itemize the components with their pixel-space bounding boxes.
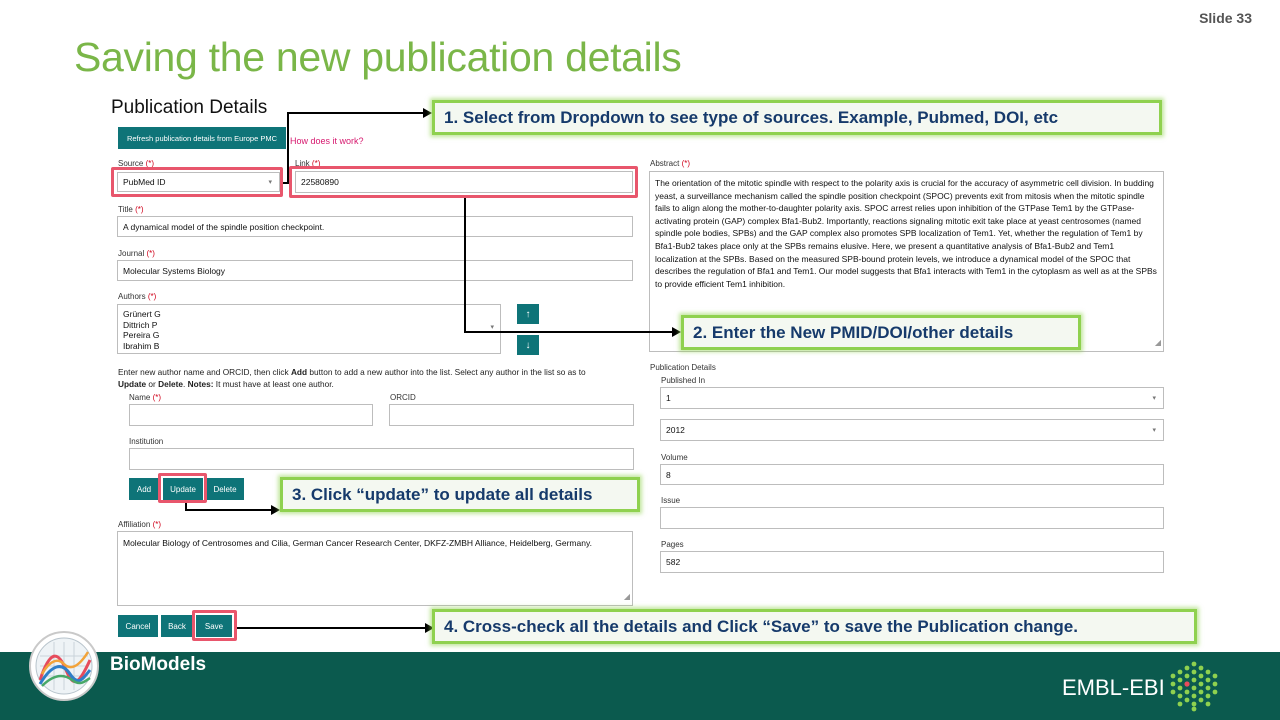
list-item[interactable]: Dittrich P	[123, 320, 495, 331]
arrow-right-icon	[271, 505, 280, 515]
affiliation-textarea[interactable]: Molecular Biology of Centrosomes and Cil…	[117, 531, 633, 606]
pages-input[interactable]: 582	[660, 551, 1164, 573]
published-year-select[interactable]: 2012 ▾	[660, 419, 1164, 441]
author-name-input[interactable]	[129, 404, 373, 426]
chevron-down-icon: ▾	[1152, 427, 1156, 434]
journal-input[interactable]: Molecular Systems Biology	[117, 260, 633, 281]
save-highlight-box	[192, 610, 237, 641]
move-author-down-button[interactable]: ↓	[517, 335, 539, 355]
refresh-europe-pmc-button[interactable]: Refresh publication details from Europe …	[118, 127, 286, 149]
authors-label: Authors (*)	[118, 292, 157, 301]
how-does-it-work-link[interactable]: How does it work?	[290, 136, 364, 146]
month-select-value: 1	[666, 393, 671, 403]
biomodels-brand: BioModels	[110, 654, 207, 675]
embl-ebi-wordmark: EMBL-EBI	[1062, 675, 1165, 700]
connector-line	[237, 627, 427, 629]
biomodels-logo	[28, 630, 100, 702]
connector-line	[464, 198, 466, 333]
volume-label: Volume	[661, 453, 688, 462]
arrow-right-icon	[423, 108, 432, 118]
affiliation-label: Affiliation (*)	[118, 520, 162, 529]
connector-line	[287, 112, 425, 114]
callout-click-update: 3. Click “update” to update all details	[280, 477, 640, 512]
move-author-up-button[interactable]: ↑	[517, 304, 539, 324]
embl-ebi-hexagon-logo	[1170, 660, 1218, 712]
volume-input[interactable]: 8	[660, 464, 1164, 485]
title-label: Title (*)	[118, 205, 144, 214]
pages-label: Pages	[661, 540, 684, 549]
cancel-button[interactable]: Cancel	[118, 615, 158, 637]
list-item[interactable]: Pereira G	[123, 330, 495, 341]
orcid-input[interactable]	[389, 404, 634, 426]
back-button[interactable]: Back	[161, 615, 193, 637]
slide-title: Saving the new publication details	[74, 34, 682, 80]
list-item[interactable]: Ibrahim B	[123, 341, 495, 352]
abstract-label: Abstract (*)	[650, 159, 691, 168]
orcid-label: ORCID	[390, 393, 416, 402]
update-highlight-box	[158, 473, 207, 503]
published-month-select[interactable]: 1 ▾	[660, 387, 1164, 409]
author-instructions: Enter new author name and ORCID, then cl…	[118, 367, 586, 389]
journal-label: Journal (*)	[118, 249, 155, 258]
resize-handle-icon[interactable]: ◢	[1155, 337, 1161, 350]
connector-line	[185, 509, 273, 511]
arrow-up-icon: ↑	[525, 308, 531, 320]
title-input[interactable]: A dynamical model of the spindle positio…	[117, 216, 633, 237]
connector-line	[287, 112, 289, 184]
source-highlight-box	[111, 167, 283, 197]
year-select-value: 2012	[666, 425, 685, 435]
slide-number: Slide 33	[1199, 10, 1252, 26]
issue-label: Issue	[661, 496, 681, 505]
callout-enter-details: 2. Enter the New PMID/DOI/other details	[681, 315, 1081, 350]
resize-handle-icon[interactable]: ◢	[624, 591, 630, 604]
institution-input[interactable]	[129, 448, 634, 470]
link-highlight-box	[289, 166, 638, 198]
publication-details-heading: Publication Details	[111, 97, 268, 118]
name-label: Name (*)	[129, 393, 162, 402]
connector-line	[464, 331, 674, 333]
delete-author-button[interactable]: Delete	[206, 478, 244, 500]
callout-click-save: 4. Cross-check all the details and Click…	[432, 609, 1197, 644]
list-item[interactable]: Grünert G	[123, 309, 495, 320]
arrow-down-icon: ↓	[525, 339, 531, 351]
published-in-label: Published In	[661, 376, 706, 385]
issue-input[interactable]	[660, 507, 1164, 529]
add-author-button[interactable]: Add	[129, 478, 159, 500]
callout-select-dropdown: 1. Select from Dropdown to see type of s…	[432, 100, 1162, 135]
institution-label: Institution	[129, 437, 164, 446]
publication-details-label: Publication Details	[650, 363, 716, 372]
affiliation-text: Molecular Biology of Centrosomes and Cil…	[123, 538, 592, 548]
arrow-right-icon	[672, 327, 681, 337]
abstract-text: The orientation of the mitotic spindle w…	[655, 178, 1157, 289]
authors-list[interactable]: Grünert G Dittrich P Pereira G Ibrahim B…	[117, 304, 501, 354]
chevron-down-icon: ▾	[1152, 395, 1156, 402]
